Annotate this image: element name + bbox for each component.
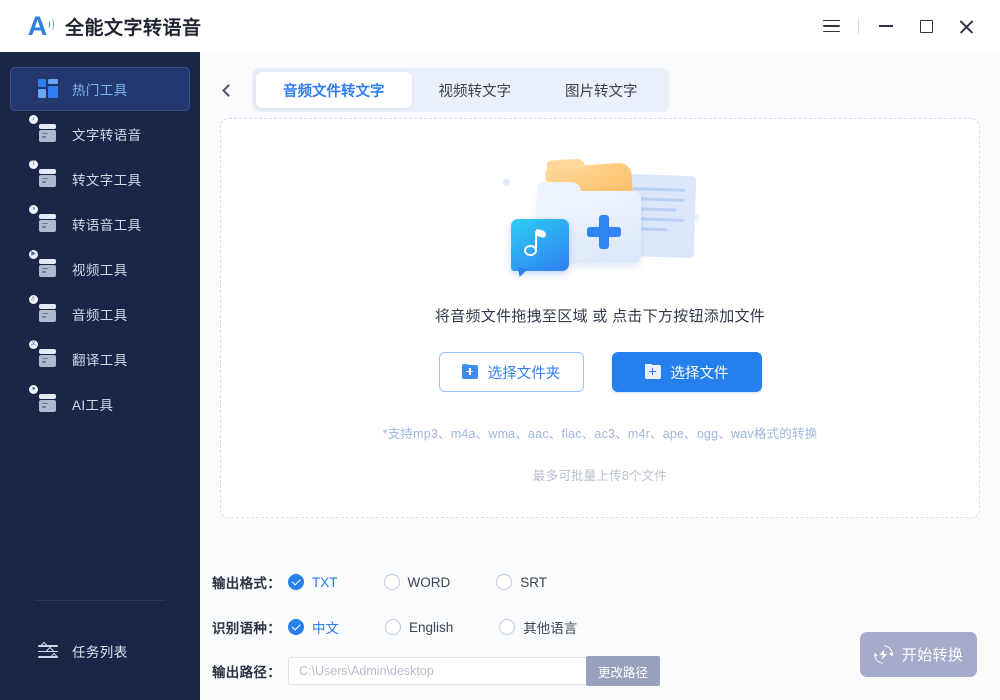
language-label: 识别语种： [212, 621, 281, 636]
output-format-row: 输出格式： TXT WORD SRT [212, 569, 555, 595]
file-add-icon [644, 363, 662, 381]
select-file-label: 选择文件 [670, 365, 729, 382]
tab-label: 图片转文字 [565, 83, 638, 100]
drop-zone-title: 将音频文件拖拽至区域 或 点击下方按钮添加文件 [434, 308, 766, 325]
radio-language-other[interactable]: 其他语言 [499, 617, 577, 637]
tab-video-to-text[interactable]: 视频转文字 [412, 72, 539, 108]
radio-format-srt[interactable]: SRT [496, 574, 547, 590]
radio-dot-icon [496, 574, 513, 590]
radio-label: SRT [520, 574, 548, 590]
convert-bolt-icon [873, 645, 893, 664]
hamburger-menu-icon[interactable] [811, 6, 851, 46]
brand: A 全能文字转语音 [0, 11, 202, 41]
sidebar-item-label: 热门工具 [72, 83, 128, 98]
music-note-illustration [511, 219, 569, 271]
sidebar-item-label: 文字转语音 [72, 128, 142, 143]
upload-limit-hint: 最多可批量上传8个文件 [532, 469, 668, 483]
output-format-label: 输出格式： [212, 576, 281, 591]
sidebar-item-audio-tools[interactable]: ♬ 音频工具 [10, 292, 190, 336]
file-drop-zone[interactable]: 将音频文件拖拽至区域 或 点击下方按钮添加文件 选择文件夹 选择文件 *支持mp… [220, 118, 980, 518]
card-stack-icon: ♪ [29, 114, 59, 145]
sidebar-item-label: 转文字工具 [72, 173, 142, 188]
sidebar-nav: 热门工具 ♪ 文字转语音 T 转文字工具 ◑ 转语音工具 ▶ 视频工具 ♬ 音频… [0, 52, 200, 426]
language-options: 中文 English 其他语言 [288, 617, 585, 637]
plus-illustration [587, 215, 621, 249]
sidebar-item-ai-tools[interactable]: ● AI工具 [10, 382, 190, 426]
tab-label: 视频转文字 [438, 83, 512, 100]
sidebar-item-label: 音频工具 [72, 308, 128, 323]
output-format-options: TXT WORD SRT [288, 574, 555, 590]
change-path-button[interactable]: 更改路径 [586, 656, 660, 686]
app-title: 全能文字转语音 [65, 17, 202, 39]
sidebar-item-video-tools[interactable]: ▶ 视频工具 [10, 247, 190, 291]
radio-language-chinese[interactable]: 中文 [288, 617, 339, 637]
supported-formats-hint: *支持mp3、m4a、wma、aac、flac、ac3、m4r、ape、ogg、… [382, 427, 818, 441]
radio-dot-icon [385, 619, 401, 635]
minimize-icon[interactable] [866, 6, 906, 46]
control-divider [858, 18, 859, 34]
drop-zone-buttons: 选择文件夹 选择文件 [438, 352, 762, 392]
sidebar-item-hot-tools[interactable]: 热门工具 [10, 67, 190, 111]
select-folder-button[interactable]: 选择文件夹 [438, 352, 584, 392]
select-file-button[interactable]: 选择文件 [611, 352, 762, 392]
tab-label: 音频文件转文字 [283, 83, 385, 100]
title-bar: A 全能文字转语音 [0, 0, 1000, 52]
radio-dot-icon [499, 619, 516, 635]
task-list-label: 任务列表 [72, 645, 128, 660]
tab-bar: 音频文件转文字 视频转文字 图片转文字 [200, 62, 1000, 118]
radio-format-txt[interactable]: TXT [288, 574, 338, 590]
sidebar-item-label: 转语音工具 [72, 218, 142, 233]
language-row: 识别语种： 中文 English 其他语言 [212, 614, 585, 640]
logo-sound-wave-icon [47, 18, 55, 31]
sidebar-item-to-speech-tools[interactable]: ◑ 转语音工具 [10, 202, 190, 246]
sidebar-item-label: 视频工具 [72, 263, 128, 278]
sliders-icon [38, 641, 59, 661]
sidebar-item-label: 翻译工具 [72, 353, 128, 368]
radio-language-english[interactable]: English [385, 619, 453, 635]
start-conversion-label: 开始转换 [901, 647, 964, 664]
main-content: 音频文件转文字 视频转文字 图片转文字 将音频文件拖拽至区域 或 点击下方按钮添… [200, 52, 1000, 700]
radio-dot-icon [288, 574, 304, 590]
radio-label: 中文 [312, 621, 339, 636]
sidebar-item-to-text-tools[interactable]: T 转文字工具 [10, 157, 190, 201]
radio-dot-icon [383, 574, 400, 590]
sidebar-item-translate-tools[interactable]: 文 翻译工具 [10, 337, 190, 381]
radio-label: 其他语言 [523, 621, 578, 636]
grid-dashboard-icon [38, 78, 59, 100]
chevron-left-icon [222, 83, 235, 97]
card-stack-icon: 文 [29, 339, 59, 370]
card-stack-icon: ▶ [29, 249, 59, 280]
card-stack-icon: ◑ [29, 204, 59, 235]
tab-image-to-text[interactable]: 图片转文字 [538, 72, 665, 108]
start-conversion-button[interactable]: 开始转换 [860, 632, 977, 677]
sidebar-item-text-to-speech[interactable]: ♪ 文字转语音 [10, 112, 190, 156]
back-button[interactable] [210, 73, 244, 107]
close-icon[interactable] [946, 6, 986, 46]
app-logo-icon: A [22, 10, 55, 41]
radio-label: English [409, 619, 454, 635]
folder-add-icon [461, 363, 479, 381]
card-stack-icon: ♬ [29, 294, 59, 325]
folder-music-add-illustration [495, 157, 705, 287]
application-window: A 全能文字转语音 热门工具 ♪ 文字转语音 T 转文字工具 ◑ 转语音工具 ▶… [0, 0, 1000, 700]
sidebar-divider [34, 600, 166, 601]
select-folder-label: 选择文件夹 [487, 365, 561, 382]
tab-audio-to-text[interactable]: 音频文件转文字 [256, 72, 412, 108]
sidebar-item-task-list[interactable]: 任务列表 [0, 630, 200, 672]
output-path-row: 输出路径： C:\Users\Admin\desktop 更改路径 [212, 656, 660, 686]
card-stack-icon: T [29, 159, 59, 190]
radio-dot-icon [288, 619, 304, 635]
sidebar: 热门工具 ♪ 文字转语音 T 转文字工具 ◑ 转语音工具 ▶ 视频工具 ♬ 音频… [0, 52, 200, 700]
output-path-input[interactable]: C:\Users\Admin\desktop [288, 657, 588, 685]
card-stack-icon: ● [29, 384, 59, 415]
window-controls [811, 0, 1000, 52]
radio-label: TXT [312, 574, 338, 590]
radio-format-word[interactable]: WORD [383, 574, 451, 590]
maximize-icon[interactable] [906, 6, 946, 46]
logo-letter: A [27, 10, 47, 41]
tab-strip: 音频文件转文字 视频转文字 图片转文字 [252, 68, 669, 112]
radio-label: WORD [407, 574, 451, 590]
sidebar-item-label: AI工具 [72, 398, 114, 413]
output-path-label: 输出路径： [212, 665, 281, 680]
